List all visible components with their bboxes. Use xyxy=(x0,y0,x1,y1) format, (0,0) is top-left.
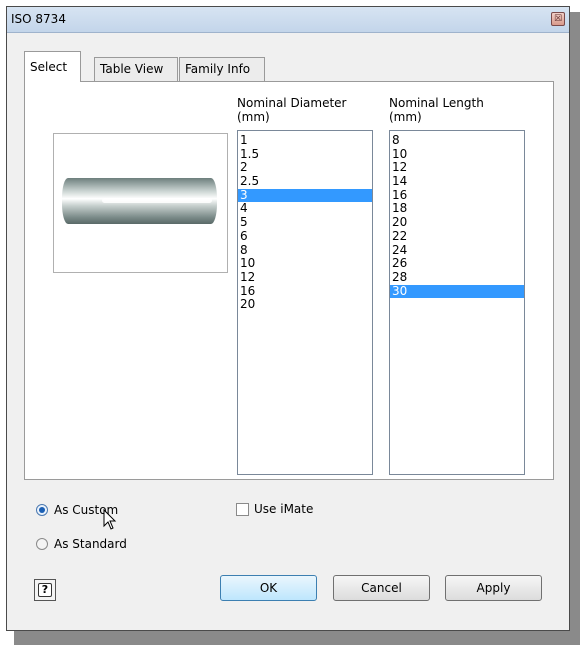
ok-button[interactable]: OK xyxy=(220,575,317,601)
diameter-list-item[interactable]: 2.5 xyxy=(238,174,372,189)
apply-button[interactable]: Apply xyxy=(445,575,542,601)
nominal-length-list[interactable]: 8 10 12 14 16 18 20 22 24 26 28 30 xyxy=(389,130,525,475)
nominal-diameter-label: Nominal Diameter (mm) xyxy=(237,96,346,124)
as-standard-radio[interactable] xyxy=(36,538,48,550)
part-preview xyxy=(53,133,228,273)
tab-family-info[interactable]: Family Info xyxy=(179,57,265,81)
pin-highlight xyxy=(102,198,212,203)
diameter-list-item[interactable]: 3 xyxy=(238,188,372,203)
length-list-item[interactable]: 30 xyxy=(390,284,524,299)
diameter-list-item[interactable]: 5 xyxy=(238,215,372,230)
cancel-button[interactable]: Cancel xyxy=(333,575,430,601)
nominal-diameter-label-text: Nominal Diameter xyxy=(237,96,347,110)
as-standard-option[interactable]: As Standard xyxy=(36,537,127,551)
diameter-list-item[interactable]: 2 xyxy=(238,161,372,175)
length-list-item[interactable]: 8 xyxy=(390,133,524,148)
length-list-item[interactable]: 12 xyxy=(390,161,524,175)
use-imate-option[interactable]: Use iMate xyxy=(236,502,313,516)
diameter-list-item[interactable]: 20 xyxy=(238,298,372,312)
tab-select[interactable]: Select xyxy=(24,51,81,82)
tab-table-view[interactable]: Table View xyxy=(94,57,178,81)
diameter-list-item[interactable]: 10 xyxy=(238,256,372,271)
nominal-length-label-text: Nominal Length xyxy=(389,96,484,110)
diameter-list-item[interactable]: 16 xyxy=(238,284,372,299)
length-list-item[interactable]: 24 xyxy=(390,243,524,258)
length-list-item[interactable]: 10 xyxy=(390,147,524,162)
length-list-item[interactable]: 20 xyxy=(390,215,524,230)
mouse-pointer-icon xyxy=(103,509,117,530)
use-imate-checkbox[interactable] xyxy=(236,502,249,516)
diameter-list-item[interactable]: 1 xyxy=(238,133,372,148)
help-icon: ? xyxy=(38,583,52,597)
select-tab-panel: Nominal Diameter (mm) 1 1.5 2 2.5 3 4 5 6 8 10 12 1… xyxy=(24,81,554,480)
nominal-length-label: Nominal Length (mm) xyxy=(389,96,484,124)
window-title: ISO 8734 xyxy=(11,12,66,26)
length-list-item[interactable]: 26 xyxy=(390,256,524,271)
length-list-item[interactable]: 14 xyxy=(390,174,524,189)
close-button[interactable]: ☒ xyxy=(551,12,565,26)
cylindrical-pin-preview-icon xyxy=(62,178,217,224)
title-bar[interactable]: ISO 8734 ☒ xyxy=(7,7,569,33)
dialog-window: ISO 8734 ☒ Select Table View Family Info… xyxy=(6,6,570,631)
length-list-item[interactable]: 22 xyxy=(390,229,524,244)
as-custom-radio[interactable] xyxy=(36,504,48,516)
length-list-item[interactable]: 16 xyxy=(390,188,524,203)
as-standard-label: As Standard xyxy=(54,537,127,551)
diameter-list-item[interactable]: 6 xyxy=(238,229,372,244)
nominal-diameter-unit: (mm) xyxy=(237,110,270,124)
length-list-item[interactable]: 18 xyxy=(390,202,524,216)
use-imate-label: Use iMate xyxy=(254,502,314,516)
diameter-list-item[interactable]: 1.5 xyxy=(238,147,372,162)
help-button[interactable]: ? xyxy=(34,579,56,601)
nominal-diameter-list[interactable]: 1 1.5 2 2.5 3 4 5 6 8 10 12 16 20 xyxy=(237,130,373,475)
length-list-item[interactable]: 28 xyxy=(390,270,524,285)
diameter-list-item[interactable]: 4 xyxy=(238,202,372,216)
nominal-length-unit: (mm) xyxy=(389,110,422,124)
diameter-list-item[interactable]: 8 xyxy=(238,243,372,258)
diameter-list-item[interactable]: 12 xyxy=(238,270,372,285)
